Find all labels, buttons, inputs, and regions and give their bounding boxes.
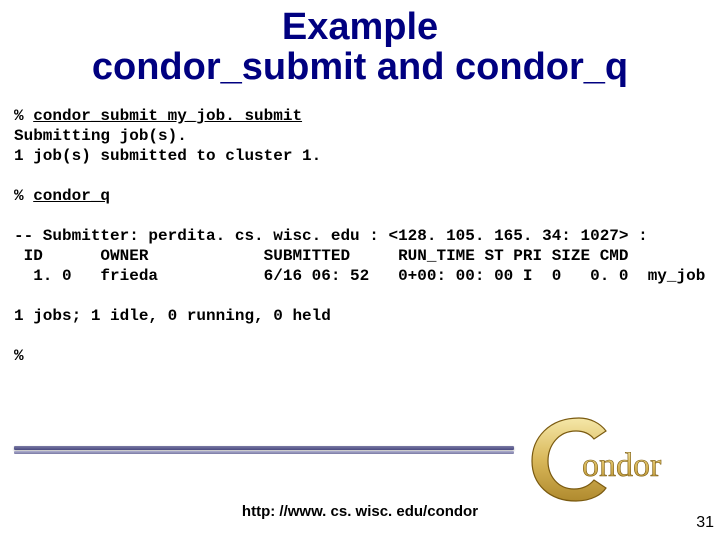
terminal-output: % condor_submit my_job. submit Submittin… — [14, 106, 720, 366]
page-number: 31 — [696, 514, 714, 532]
command-q: condor_q — [33, 187, 110, 205]
condor-logo: ondor — [524, 406, 684, 506]
prompt: % — [14, 187, 33, 205]
footer-url: http: //www. cs. wisc. edu/condor — [0, 503, 720, 520]
queue-row: 1. 0 frieda 6/16 06: 52 0+00: 00: 00 I 0… — [14, 267, 705, 285]
title-line-2: condor_submit and condor_q — [92, 46, 628, 88]
prompt: % — [14, 107, 33, 125]
title-line-1: Example — [282, 6, 438, 48]
prompt: % — [14, 347, 24, 365]
slide: Example condor_submit and condor_q % con… — [0, 8, 720, 540]
logo-text: ondor — [582, 447, 662, 484]
divider — [14, 446, 514, 456]
queue-summary: 1 jobs; 1 idle, 0 running, 0 held — [14, 307, 331, 325]
output-line: Submitting job(s). — [14, 127, 187, 145]
slide-title: Example condor_submit and condor_q — [0, 8, 720, 88]
submitter-line: -- Submitter: perdita. cs. wisc. edu : <… — [14, 227, 648, 245]
queue-header: ID OWNER SUBMITTED RUN_TIME ST PRI SIZE … — [14, 247, 629, 265]
output-line: 1 job(s) submitted to cluster 1. — [14, 147, 321, 165]
command-submit: condor_submit my_job. submit — [33, 107, 302, 125]
